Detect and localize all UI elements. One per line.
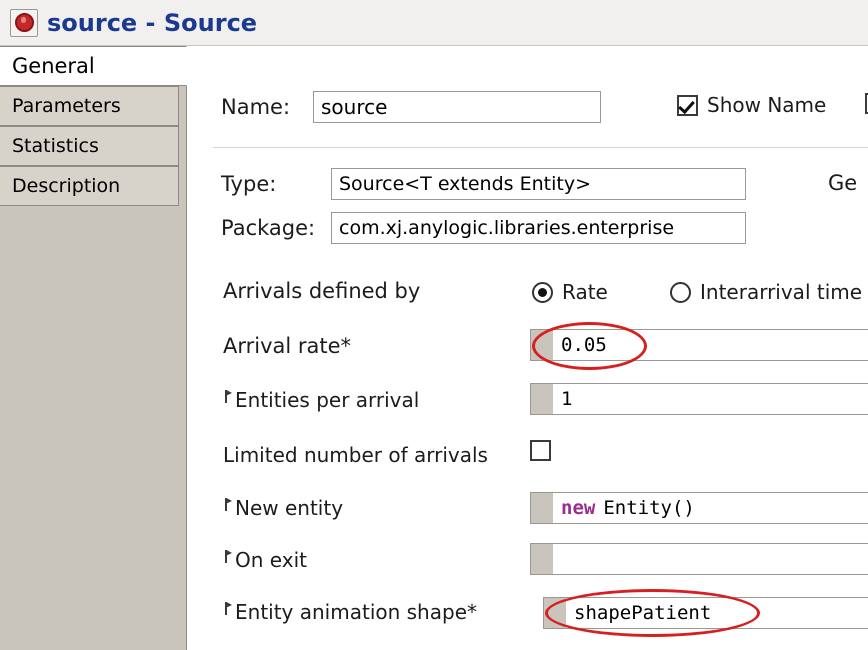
arrivals-interarrival-radio[interactable] xyxy=(670,281,691,303)
arrivals-defined-by-row: Arrivals defined by xyxy=(223,279,420,303)
new-entity-field[interactable]: new Entity() xyxy=(530,492,868,524)
name-row: Name: source xyxy=(221,91,601,123)
general-properties-panel: Name: source Show Name Type: Source<T ex… xyxy=(187,46,868,650)
entity-animation-shape-row: Entity animation shape* xyxy=(223,600,477,624)
arrivals-interarrival-radio-row[interactable]: Interarrival time xyxy=(670,280,862,304)
entity-animation-shape-value: shapePatient xyxy=(574,602,712,624)
name-input[interactable]: source xyxy=(313,91,601,123)
arrivals-defined-by-label: Arrivals defined by xyxy=(223,279,421,303)
tab-general-label: General xyxy=(12,54,95,78)
limited-number-checkbox[interactable] xyxy=(530,440,551,461)
new-entity-label: New entity xyxy=(235,496,344,520)
show-name-label: Show Name xyxy=(707,93,827,117)
entities-per-arrival-row: Entities per arrival xyxy=(223,388,419,412)
package-value: com.xj.anylogic.libraries.enterprise xyxy=(331,212,746,244)
entity-animation-shape-label: Entity animation shape* xyxy=(235,600,477,624)
package-label: Package: xyxy=(221,216,316,240)
new-entity-keyword: new xyxy=(561,497,596,519)
new-entity-code: new Entity() xyxy=(553,493,868,523)
new-entity-row: New entity xyxy=(223,496,343,520)
window-title: source - Source xyxy=(47,8,258,37)
type-label: Type: xyxy=(221,172,277,196)
package-row: Package: com.xj.anylogic.libraries.enter… xyxy=(221,212,746,244)
tab-statistics[interactable]: Statistics xyxy=(0,126,179,166)
new-entity-gutter xyxy=(531,493,553,523)
properties-tab-list: General Parameters Statistics Descriptio… xyxy=(0,46,187,650)
tab-parameters-label: Parameters xyxy=(12,95,121,117)
section-divider xyxy=(213,147,868,148)
arrivals-rate-radio[interactable] xyxy=(532,281,553,303)
show-name-checkbox[interactable] xyxy=(677,94,698,116)
tab-general[interactable]: General xyxy=(0,46,187,86)
arrival-rate-field[interactable]: 0.05 xyxy=(530,329,868,361)
on-exit-label: On exit xyxy=(235,548,307,572)
new-entity-expression: Entity() xyxy=(603,497,695,519)
limited-number-row: Limited number of arrivals xyxy=(223,443,488,467)
window-title-bar: source - Source xyxy=(0,0,868,46)
dynamic-marker-icon xyxy=(223,550,233,564)
show-name-row[interactable]: Show Name xyxy=(677,93,826,117)
arrival-rate-row: Arrival rate* xyxy=(223,334,351,358)
entities-per-arrival-field[interactable]: 1 xyxy=(530,383,868,415)
anylogic-app-icon xyxy=(10,8,38,37)
entities-per-arrival-gutter xyxy=(531,384,553,414)
type-value: Source<T extends Entity> xyxy=(331,168,746,200)
tab-parameters[interactable]: Parameters xyxy=(0,86,179,126)
on-exit-gutter xyxy=(531,544,553,574)
limited-number-label: Limited number of arrivals xyxy=(223,443,488,467)
on-exit-field[interactable] xyxy=(530,543,868,575)
tab-statistics-label: Statistics xyxy=(12,135,99,157)
limited-number-checkbox-row[interactable] xyxy=(530,440,551,461)
generic-label: Ge xyxy=(828,171,858,195)
arrivals-interarrival-label: Interarrival time xyxy=(700,280,863,304)
type-row: Type: Source<T extends Entity> xyxy=(221,168,746,200)
name-label: Name: xyxy=(221,95,291,119)
arrival-rate-gutter xyxy=(531,330,553,360)
tab-description-label: Description xyxy=(12,175,121,197)
on-exit-row: On exit xyxy=(223,548,307,572)
dynamic-marker-icon xyxy=(223,602,233,616)
arrivals-rate-label: Rate xyxy=(562,280,608,304)
entity-animation-gutter xyxy=(544,598,566,628)
dynamic-marker-icon xyxy=(223,498,233,512)
tab-description[interactable]: Description xyxy=(0,166,179,206)
arrivals-rate-radio-row[interactable]: Rate xyxy=(532,280,608,304)
arrival-rate-value: 0.05 xyxy=(561,334,607,356)
on-exit-value xyxy=(553,544,868,574)
dynamic-marker-icon xyxy=(223,390,233,404)
entities-per-arrival-value: 1 xyxy=(561,388,573,410)
arrival-rate-label: Arrival rate* xyxy=(223,334,352,358)
entity-animation-shape-field[interactable]: shapePatient xyxy=(543,597,868,629)
entities-per-arrival-label: Entities per arrival xyxy=(235,388,420,412)
